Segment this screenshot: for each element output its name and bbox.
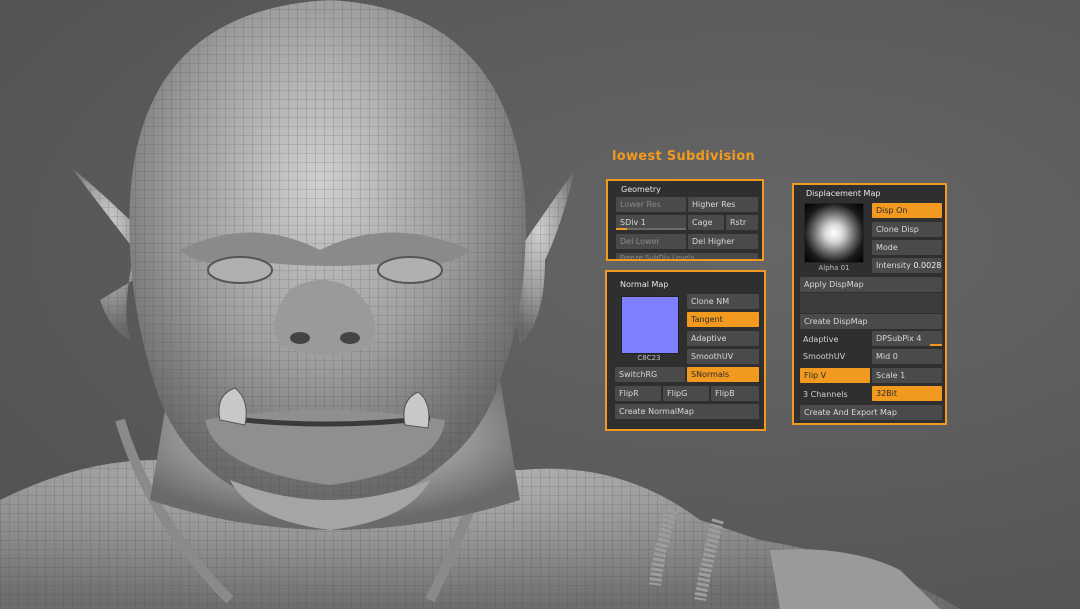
flip-v-toggle[interactable]: Flip V: [800, 368, 870, 383]
freeze-subdiv-button[interactable]: Freeze SubDiv Levels: [616, 253, 758, 259]
higher-res-button[interactable]: Higher Res: [688, 197, 758, 212]
displacement-map-title: Displacement Map: [806, 189, 881, 198]
normal-map-swatch[interactable]: [621, 296, 679, 354]
alpha-thumbnail[interactable]: [804, 203, 864, 263]
lowest-subdivision-heading: lowest Subdivision: [612, 149, 756, 164]
del-higher-button[interactable]: Del Higher: [688, 234, 758, 249]
displacement-map-panel: Displacement Map Alpha 01 Disp On Clone …: [792, 183, 947, 425]
create-normal-map-button[interactable]: Create NormalMap: [615, 404, 759, 419]
scale-slider[interactable]: Scale 1: [872, 368, 942, 383]
cage-button[interactable]: Cage: [688, 215, 724, 230]
snormals-toggle[interactable]: SNormals: [687, 367, 759, 382]
flip-g-toggle[interactable]: FlipG: [663, 386, 709, 401]
normal-map-panel: Normal Map C8C23 Clone NM Tangent Adapti…: [605, 270, 766, 431]
rstr-button[interactable]: Rstr: [726, 215, 758, 230]
lower-res-button[interactable]: Lower Res: [616, 197, 686, 212]
apply-dispmap-spacer: [800, 293, 942, 313]
alpha-caption: Alpha 01: [818, 264, 850, 272]
viewport[interactable]: lowest Subdivision Geometry Lower Res Hi…: [0, 0, 1080, 609]
create-export-map-button[interactable]: Create And Export Map: [800, 405, 942, 420]
mode-button[interactable]: Mode: [872, 240, 942, 255]
del-lower-button[interactable]: Del Lower: [616, 234, 686, 249]
adaptive-label[interactable]: Adaptive: [803, 335, 838, 344]
adaptive-toggle[interactable]: Adaptive: [687, 331, 759, 346]
bit-depth-toggle[interactable]: 32Bit: [872, 386, 942, 401]
tangent-toggle[interactable]: Tangent: [687, 312, 759, 327]
intensity-value: 0.0028: [913, 261, 942, 270]
flip-r-toggle[interactable]: FlipR: [615, 386, 661, 401]
clone-nm-button[interactable]: Clone NM: [687, 294, 759, 309]
geometry-title: Geometry: [621, 185, 661, 194]
sdiv-slider-fill: [616, 228, 627, 230]
create-dispmap-button[interactable]: Create DispMap: [800, 314, 942, 329]
mid-slider[interactable]: Mid 0: [872, 349, 942, 364]
intensity-label: Intensity: [876, 261, 911, 270]
smooth-uv-label[interactable]: SmoothUV: [803, 352, 845, 361]
switch-rg-toggle[interactable]: SwitchRG: [615, 367, 685, 382]
intensity-slider[interactable]: Intensity 0.0028: [872, 258, 942, 273]
smooth-uv-toggle[interactable]: SmoothUV: [687, 349, 759, 364]
dp-subpix-slider-fill: [930, 344, 942, 346]
geometry-panel: Geometry Lower Res Higher Res SDiv 1 Cag…: [606, 179, 764, 261]
flip-b-toggle[interactable]: FlipB: [711, 386, 759, 401]
channels-label[interactable]: 3 Channels: [803, 390, 848, 399]
disp-on-toggle[interactable]: Disp On: [872, 203, 942, 218]
clone-disp-button[interactable]: Clone Disp: [872, 222, 942, 237]
apply-dispmap-button[interactable]: Apply DispMap: [800, 277, 942, 292]
normal-map-title: Normal Map: [620, 280, 669, 289]
normal-map-swatch-caption: C8C23: [637, 354, 661, 362]
